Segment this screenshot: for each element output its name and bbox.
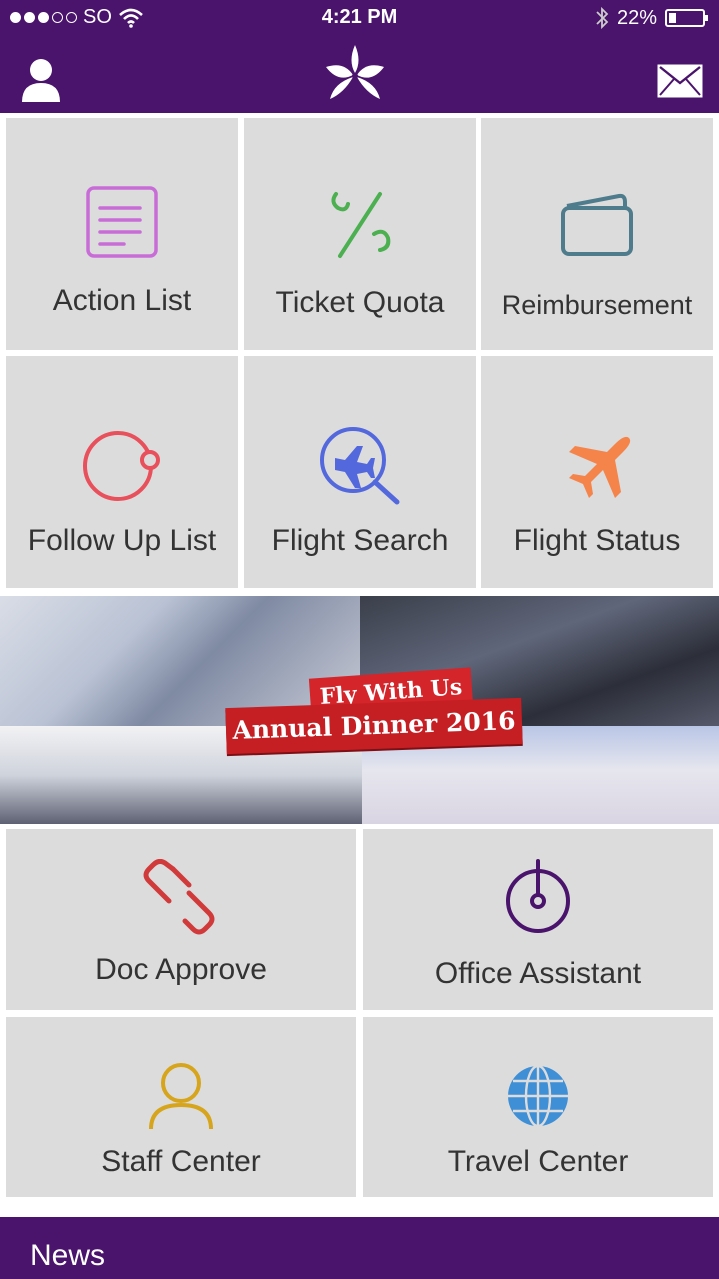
flight-search-icon — [320, 427, 400, 505]
link-chain-icon — [143, 859, 215, 935]
tile-label: Flight Search — [271, 524, 449, 557]
person-icon — [149, 1063, 213, 1130]
tile-travel-center[interactable]: Travel Center — [363, 1017, 713, 1197]
tile-action-list[interactable]: Action List — [6, 118, 238, 350]
tile-staff-center[interactable]: Staff Center — [6, 1017, 356, 1197]
tile-ticket-quota[interactable]: Ticket Quota — [244, 118, 476, 350]
tile-label: Ticket Quota — [275, 286, 445, 319]
tile-follow-up-list[interactable]: Follow Up List — [6, 356, 238, 588]
tile-label: Travel Center — [447, 1145, 629, 1178]
globe-icon — [508, 1064, 568, 1128]
power-dial-icon — [506, 859, 570, 933]
percent-icon — [331, 192, 391, 258]
status-right-area: 22% — [595, 6, 708, 30]
status-bar: SO 4:21 PM 22% — [0, 0, 719, 38]
news-section-header[interactable]: News — [0, 1217, 719, 1279]
news-label: News — [30, 1239, 106, 1272]
battery-percent: 22% — [616, 6, 657, 29]
tile-label: Staff Center — [101, 1145, 261, 1178]
tile-flight-search[interactable]: Flight Search — [244, 356, 476, 588]
tile-doc-approve[interactable]: Doc Approve — [6, 829, 356, 1010]
tile-label: Flight Status — [513, 524, 681, 557]
mail-icon[interactable] — [657, 64, 703, 98]
tile-flight-status[interactable]: Flight Status — [481, 356, 713, 588]
tile-label: Follow Up List — [27, 524, 217, 557]
document-list-icon — [86, 186, 158, 258]
tile-label: Reimbursement — [501, 290, 693, 320]
follow-up-circle-icon — [83, 431, 160, 501]
tile-reimbursement[interactable]: Reimbursement — [481, 118, 713, 350]
user-icon[interactable] — [20, 58, 62, 102]
tile-label: Action List — [52, 284, 192, 317]
battery-icon — [665, 9, 708, 27]
orchid-logo — [326, 45, 384, 99]
tile-office-assistant[interactable]: Office Assistant — [363, 829, 713, 1010]
app-header — [0, 38, 719, 113]
bluetooth-icon — [596, 6, 609, 30]
tile-label: Doc Approve — [95, 953, 267, 986]
tile-label: Office Assistant — [434, 957, 642, 990]
airplane-icon — [569, 436, 631, 498]
wallet-icon — [561, 193, 633, 256]
